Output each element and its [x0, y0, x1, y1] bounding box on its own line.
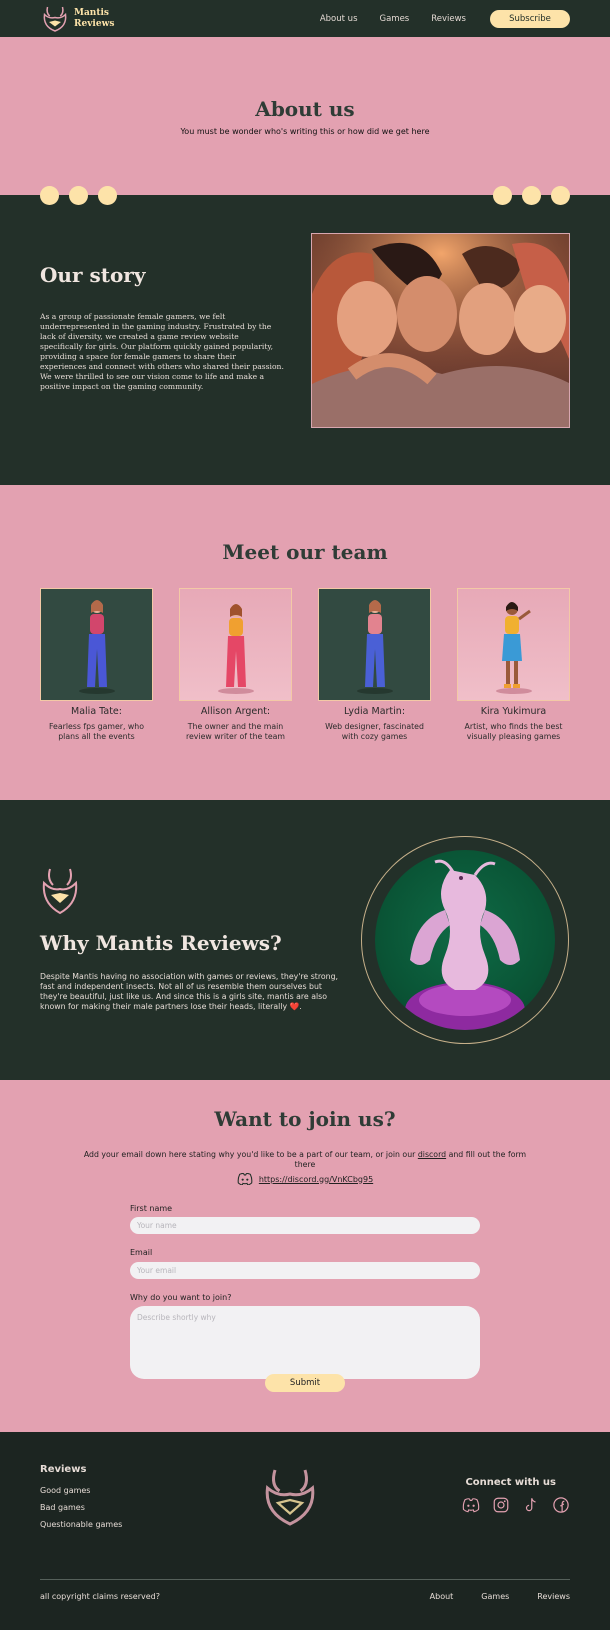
- discord-row: https://discord.gg/VnKCbg95: [0, 1173, 610, 1185]
- connect-heading: Connect with us: [465, 1477, 556, 1488]
- nav-links: About us Games Reviews Subscribe: [298, 9, 570, 28]
- join-section: Want to join us? Add your email down her…: [0, 1080, 610, 1432]
- member-description: Web designer, fascinated with cozy games: [325, 722, 424, 741]
- first-name-input[interactable]: [130, 1217, 480, 1234]
- email-label: Email: [130, 1248, 153, 1257]
- facebook-icon[interactable]: [552, 1496, 570, 1514]
- team-member-card[interactable]: Kira Yukimura Artist, who finds the best…: [457, 588, 570, 742]
- team-title: Meet our team: [222, 540, 388, 564]
- mantis-logo-icon: [42, 868, 78, 915]
- nav-link-games[interactable]: Games: [380, 14, 410, 24]
- footer-link-bad-games[interactable]: Bad games: [40, 1503, 85, 1512]
- subscribe-button[interactable]: Subscribe: [490, 9, 570, 28]
- join-title: Want to join us?: [214, 1107, 396, 1131]
- footer-bottom-links: About Games Reviews: [430, 1592, 570, 1601]
- tiktok-icon[interactable]: [522, 1496, 540, 1514]
- first-name-label: First name: [130, 1204, 173, 1213]
- email-input[interactable]: [130, 1262, 480, 1279]
- nav-link-about[interactable]: About us: [320, 14, 358, 24]
- footer-bottom-link-about[interactable]: About: [430, 1592, 454, 1601]
- copyright-text: all copyright claims reserved?: [40, 1592, 160, 1601]
- discord-icon[interactable]: [462, 1496, 480, 1514]
- discord-url-link[interactable]: https://discord.gg/VnKCbg95: [259, 1175, 373, 1184]
- dot: [40, 186, 59, 205]
- orchid-mantis-image: [375, 850, 555, 1030]
- member-avatar-image: [318, 588, 431, 701]
- team-member-card[interactable]: Allison Argent: The owner and the main r…: [179, 588, 292, 742]
- why-join-textarea[interactable]: [130, 1306, 480, 1379]
- team-member-card[interactable]: Malia Tate: Fearless fps gamer, who plan…: [40, 588, 153, 742]
- footer-link-questionable-games[interactable]: Questionable games: [40, 1520, 122, 1529]
- dot: [98, 186, 117, 205]
- member-name: Lydia Martin:: [343, 706, 406, 717]
- submit-button[interactable]: Submit: [265, 1374, 345, 1392]
- nav-link-reviews[interactable]: Reviews: [431, 14, 466, 24]
- discord-inline-link[interactable]: discord: [418, 1150, 446, 1159]
- member-name: Malia Tate:: [71, 706, 122, 717]
- member-avatar-image: [40, 588, 153, 701]
- join-intro: Add your email down here stating why you…: [80, 1150, 530, 1170]
- footer-link-good-games[interactable]: Good games: [40, 1486, 90, 1495]
- why-title: Why Mantis Reviews?: [40, 931, 282, 955]
- member-name: Allison Argent:: [200, 706, 271, 717]
- member-description: Fearless fps gamer, who plans all the ev…: [48, 722, 144, 741]
- about-hero: About us You must be wonder who's writin…: [0, 37, 610, 195]
- story-title: Our story: [40, 263, 146, 287]
- brand-line-2: Reviews: [74, 18, 115, 29]
- dot: [551, 186, 570, 205]
- hero-subtitle: You must be wonder who's writing this or…: [180, 127, 430, 136]
- dot: [69, 186, 88, 205]
- social-links: [462, 1496, 570, 1514]
- decorative-dots-left: [40, 186, 117, 205]
- member-description: The owner and the main review writer of …: [185, 722, 286, 741]
- girls-group-image: [311, 233, 570, 428]
- footer-title: Reviews: [40, 1464, 87, 1475]
- member-avatar-image: [179, 588, 292, 701]
- footer-divider: [40, 1579, 570, 1580]
- hero-title: About us: [255, 97, 355, 121]
- why-text-period: .: [299, 1002, 302, 1011]
- story-text: As a group of passionate female gamers, …: [40, 312, 284, 391]
- our-story-section: Our story As a group of passionate femal…: [0, 186, 610, 485]
- decorative-dots-right: [493, 186, 570, 205]
- instagram-icon[interactable]: [492, 1496, 510, 1514]
- top-nav: Mantis Reviews About us Games Reviews Su…: [0, 0, 610, 37]
- mantis-logo-icon: [265, 1469, 315, 1526]
- brand-line-1: Mantis: [74, 7, 109, 18]
- dot: [493, 186, 512, 205]
- footer-bottom-link-reviews[interactable]: Reviews: [537, 1592, 570, 1601]
- mantis-logo-icon: [43, 6, 67, 32]
- footer: Reviews Good games Bad games Questionabl…: [0, 1432, 610, 1630]
- member-avatar-image: [457, 588, 570, 701]
- why-text: Despite Mantis having no association wit…: [40, 972, 340, 1012]
- team-member-card[interactable]: Lydia Martin: Web designer, fascinated w…: [318, 588, 431, 742]
- footer-bottom-link-games[interactable]: Games: [481, 1592, 509, 1601]
- brand-logo[interactable]: Mantis Reviews: [40, 4, 114, 34]
- why-join-label: Why do you want to join?: [130, 1293, 232, 1302]
- member-name: Kira Yukimura: [480, 706, 547, 717]
- member-description: Artist, who finds the best visually plea…: [464, 722, 563, 741]
- why-section: Why Mantis Reviews? Despite Mantis havin…: [0, 800, 610, 1080]
- join-intro-text: Add your email down here stating why you…: [83, 1150, 418, 1159]
- discord-icon: [237, 1173, 253, 1185]
- heart-icon: ❤️: [289, 1002, 300, 1011]
- page: Mantis Reviews About us Games Reviews Su…: [0, 0, 610, 1630]
- team-section: Meet our team Malia Tate: Fearless fps g…: [0, 485, 610, 800]
- dot: [522, 186, 541, 205]
